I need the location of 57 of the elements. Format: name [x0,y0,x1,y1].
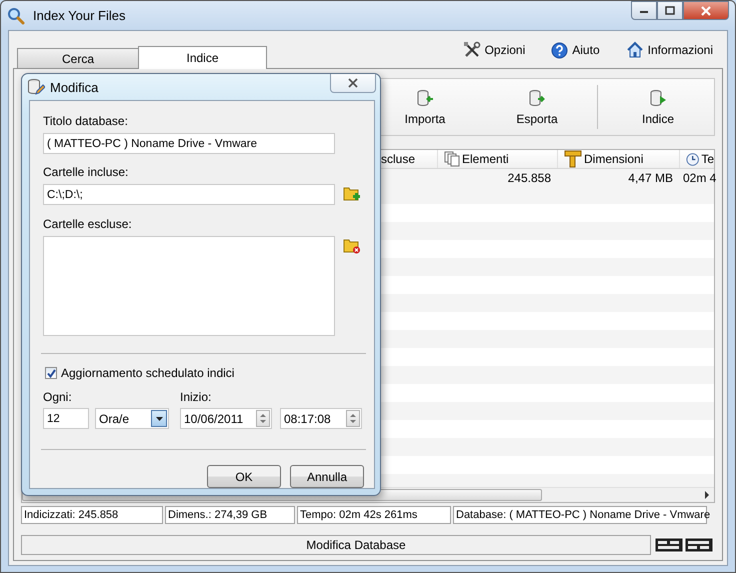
checkbox[interactable] [45,367,57,379]
field-label: Inizio: [180,390,212,404]
minimize-button[interactable] [631,1,657,20]
close-icon [700,6,712,16]
pages-icon [444,151,460,167]
database-export-icon [528,88,546,106]
maximize-icon [665,6,675,15]
table-cell-text: 245.858 [506,170,552,187]
table-cell-text: 4,47 MB [627,170,674,187]
scroll-right-icon[interactable] [704,491,710,499]
unit-dropdown[interactable]: Ora/e [95,408,169,429]
magnifier-icon [7,6,25,24]
field-label: Titolo database: [43,114,129,128]
status-field: Dimens.: 274,39 GB [165,506,295,524]
folder-remove-icon[interactable] [343,237,361,255]
tools-icon [462,41,481,59]
window-title: Index Your Files [33,8,126,23]
field-label: Ogni: [43,390,73,404]
database-import-icon [416,88,434,106]
toolbar-button[interactable]: Indice [602,79,714,135]
status-field: Tempo: 02m 42s 261ms [297,506,451,524]
database-edit-icon [27,78,45,96]
time-field[interactable]: 08:17:08 [280,408,362,429]
menu-link[interactable]: Informazioni [622,39,717,61]
dialog-button[interactable]: OK [207,465,281,488]
dialog-title: Modifica [50,80,98,94]
close-button[interactable] [683,1,729,20]
checkbox-label: Aggiornamento schedulato indici [61,366,234,380]
close-icon [347,78,359,88]
folder-add-icon[interactable] [343,185,361,203]
tab[interactable]: Indice [138,46,267,69]
date-field[interactable]: 10/06/2011 [180,408,272,429]
text-field[interactable]: ( MATTEO-PC ) Noname Drive - Vmware [43,133,335,154]
tab[interactable]: Cerca [17,48,139,68]
table-cell-text: 02m 4 [682,170,716,187]
column-header[interactable]: Te [679,150,714,168]
status-text: Modifica Database [306,538,406,552]
toolbar-button[interactable]: Esporta [481,79,593,135]
dialog-button[interactable]: Annulla [290,465,364,488]
help-icon [551,42,568,58]
keyboard-icon [685,538,713,552]
text-field[interactable]: C:\;D:\; [43,184,335,205]
field-label: Cartelle escluse: [43,217,133,231]
home-icon [626,41,644,59]
status-field: Indicizzati: 245.858 [21,506,163,524]
dropdown-arrow-icon [156,416,162,420]
column-header[interactable]: Dimensioni [557,150,679,168]
maximize-button[interactable] [657,1,683,20]
clock-icon [686,152,700,166]
close-button[interactable] [330,74,376,93]
database-play-icon [649,88,667,106]
column-header[interactable]: Elementi [437,150,557,168]
field-label: Cartelle incluse: [43,165,130,179]
keyboard-icon [655,538,683,552]
menu-link[interactable]: Aiuto [547,39,604,61]
number-field[interactable]: 12 [43,408,89,429]
menu-link[interactable]: Opzioni [458,39,530,61]
